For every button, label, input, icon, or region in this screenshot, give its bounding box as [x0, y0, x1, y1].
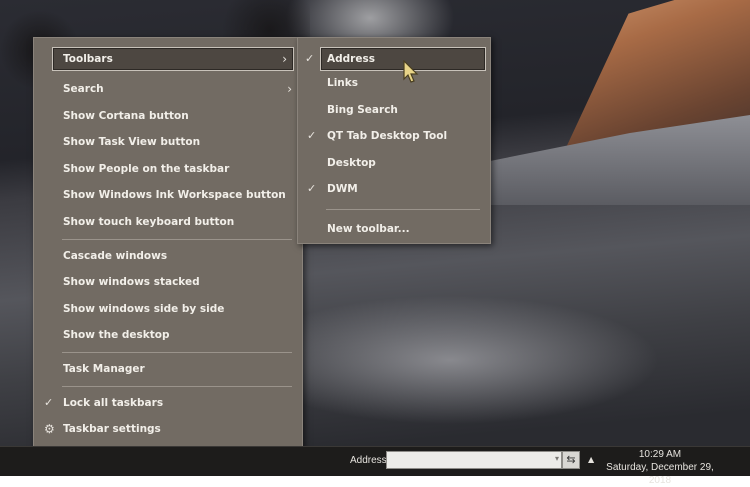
- taskbar-clock[interactable]: 10:29 AM Saturday, December 29, 2018: [600, 448, 720, 487]
- menu-item-label: Lock all taskbars: [63, 396, 164, 409]
- submenu-item-qt-tab-desktop-tool[interactable]: ✓ QT Tab Desktop Tool: [298, 123, 490, 150]
- submenu-item-label: Links: [327, 77, 358, 89]
- menu-item-label: Show Cortana button: [63, 109, 189, 122]
- menu-item-label: Task Manager: [63, 362, 145, 375]
- menu-item-taskbar-settings[interactable]: ⚙ Taskbar settings: [34, 416, 302, 443]
- menu-item-task-manager[interactable]: Task Manager: [34, 356, 302, 383]
- menu-item-label: Show Windows Ink Workspace button: [63, 189, 286, 202]
- submenu-item-label: DWM: [327, 183, 358, 195]
- address-toolbar-label: Address: [350, 455, 387, 466]
- submenu-item-label: Desktop: [327, 156, 376, 169]
- menu-item-cascade-windows[interactable]: Cascade windows: [34, 243, 302, 270]
- submenu-item-new-toolbar[interactable]: New toolbar...: [298, 216, 490, 243]
- submenu-item-label: New toolbar...: [327, 222, 410, 235]
- clock-time: 10:29 AM: [638, 449, 682, 460]
- menu-item-search[interactable]: Search ›: [34, 76, 302, 103]
- menu-item-label: Toolbars: [63, 53, 113, 65]
- menu-separator: [62, 385, 292, 387]
- gear-icon: ⚙: [44, 422, 55, 437]
- mouse-pointer-icon: [403, 60, 419, 83]
- menu-item-label: Cascade windows: [63, 249, 168, 262]
- dropdown-arrow-icon[interactable]: ▾: [555, 454, 559, 463]
- checkmark-icon: ✓: [44, 395, 54, 409]
- menu-separator: [62, 238, 292, 240]
- menu-item-label: Show windows side by side: [63, 302, 225, 315]
- taskbar-context-menu: Toolbars › Search › Show Cortana button …: [33, 37, 303, 455]
- checkmark-icon: ✓: [305, 52, 315, 65]
- menu-item-label: Show People on the taskbar: [63, 162, 230, 175]
- toolbars-submenu: ✓ Address Links Bing Search ✓ QT Tab Des…: [297, 37, 491, 244]
- menu-item-label: Show Task View button: [63, 136, 201, 149]
- wallpaper-snow: [300, 250, 750, 440]
- menu-item-show-windows-stacked[interactable]: Show windows stacked: [34, 269, 302, 296]
- menu-item-label: Taskbar settings: [63, 423, 161, 436]
- chevron-right-icon: ›: [282, 52, 287, 66]
- submenu-item-dwm[interactable]: ✓ DWM: [298, 176, 490, 203]
- submenu-item-desktop[interactable]: Desktop: [298, 150, 490, 177]
- checkmark-icon: ✓: [307, 182, 317, 195]
- show-hidden-icons-icon[interactable]: ▲: [588, 455, 594, 464]
- menu-item-show-cortana-button[interactable]: Show Cortana button: [34, 103, 302, 130]
- menu-item-label: Show touch keyboard button: [63, 215, 235, 228]
- menu-item-lock-all-taskbars[interactable]: ✓ Lock all taskbars: [34, 390, 302, 417]
- address-go-button[interactable]: ⇆: [562, 451, 580, 469]
- submenu-item-label: Bing Search: [327, 103, 398, 116]
- menu-item-label: Show the desktop: [63, 329, 170, 342]
- submenu-item-bing-search[interactable]: Bing Search: [298, 97, 490, 124]
- menu-separator: [62, 351, 292, 353]
- menu-item-show-ink-workspace[interactable]: Show Windows Ink Workspace button: [34, 182, 302, 209]
- checkmark-icon: ✓: [307, 129, 317, 142]
- menu-item-show-touch-keyboard[interactable]: Show touch keyboard button: [34, 209, 302, 236]
- submenu-item-links[interactable]: Links: [298, 70, 490, 97]
- submenu-item-label: Address: [327, 53, 375, 65]
- menu-item-show-windows-side-by-side[interactable]: Show windows side by side: [34, 296, 302, 323]
- menu-item-show-task-view-button[interactable]: Show Task View button: [34, 129, 302, 156]
- menu-item-show-people[interactable]: Show People on the taskbar: [34, 156, 302, 183]
- menu-item-toolbars[interactable]: Toolbars ›: [52, 47, 294, 71]
- menu-item-label: Search: [63, 83, 104, 95]
- address-input[interactable]: ▾: [386, 451, 562, 469]
- taskbar: Address ▾ ⇆ ▲ 10:29 AM Saturday, Decembe…: [0, 446, 750, 486]
- menu-item-show-the-desktop[interactable]: Show the desktop: [34, 322, 302, 349]
- submenu-item-label: QT Tab Desktop Tool: [327, 130, 448, 142]
- menu-item-label: Show windows stacked: [63, 276, 200, 289]
- clock-date: Saturday, December 29, 2018: [606, 462, 714, 486]
- menu-separator: [326, 208, 480, 210]
- chevron-right-icon: ›: [287, 82, 292, 96]
